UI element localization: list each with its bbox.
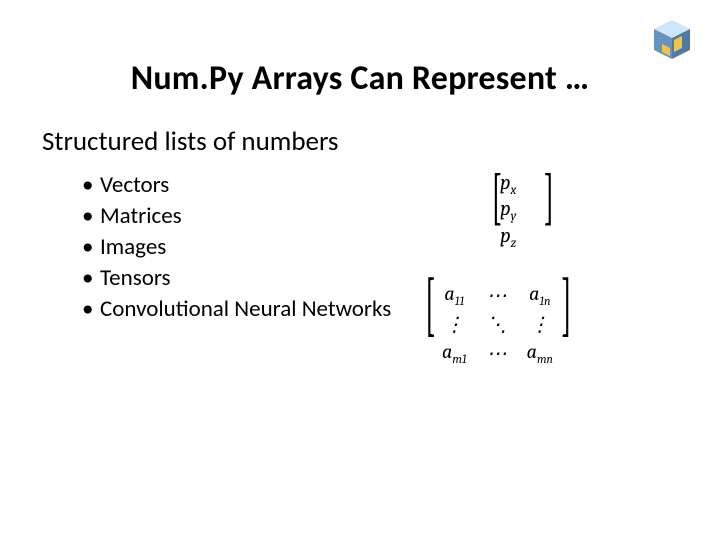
bullet-label: Vectors xyxy=(100,170,169,201)
slide: Num.Py Arrays Can Represent … Structured… xyxy=(0,0,720,540)
matrix-illustration: [ a11 ⋯ a1n ⋮ ⋱ ⋮ am1 ⋯ amn ] xyxy=(432,280,563,368)
list-item: •Vectors xyxy=(82,170,391,201)
right-bracket-icon: ] xyxy=(561,276,572,333)
vector-illustration: [ px py pz ] xyxy=(500,172,516,251)
list-item: •Matrices xyxy=(82,201,391,232)
list-item: •Tensors xyxy=(82,263,391,294)
bullet-label: Images xyxy=(100,232,166,263)
slide-subheading: Structured lists of numbers xyxy=(42,125,680,158)
left-bracket-icon: [ xyxy=(491,170,502,226)
bullet-label: Tensors xyxy=(100,263,170,294)
left-bracket-icon: [ xyxy=(425,276,436,333)
slide-body: •Vectors •Matrices •Images •Tensors •Con… xyxy=(40,166,680,325)
bullet-label: Convolutional Neural Networks xyxy=(100,294,391,325)
bullet-list: •Vectors •Matrices •Images •Tensors •Con… xyxy=(82,170,391,325)
list-item: •Convolutional Neural Networks xyxy=(82,294,391,325)
list-item: •Images xyxy=(82,232,391,263)
numpy-logo-icon xyxy=(644,10,700,71)
slide-title: Num.Py Arrays Can Represent … xyxy=(40,58,680,99)
right-bracket-icon: ] xyxy=(543,170,554,226)
bullet-label: Matrices xyxy=(100,201,182,232)
